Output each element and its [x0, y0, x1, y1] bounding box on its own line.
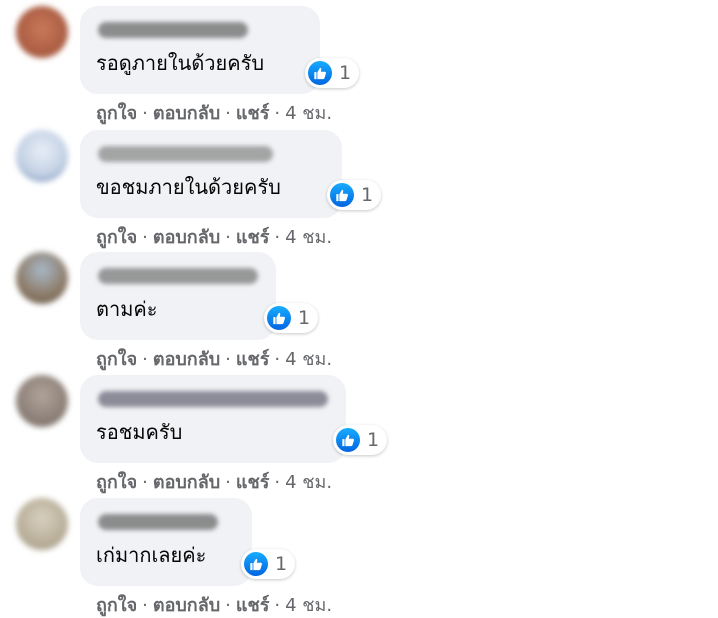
comment-actions: ถูกใจ · ตอบกลับ · แชร์ · 4 ชม.: [96, 594, 332, 618]
comment-bubble: เก่มากเลยค่ะ: [80, 498, 252, 586]
author-name-blurred[interactable]: [98, 268, 258, 284]
avatar[interactable]: [16, 6, 68, 58]
reply-action[interactable]: ตอบกลับ: [153, 349, 220, 370]
like-action[interactable]: ถูกใจ: [96, 103, 137, 124]
like-action[interactable]: ถูกใจ: [96, 227, 137, 248]
comment-time[interactable]: 4 ชม.: [285, 472, 332, 493]
reaction-badge[interactable]: 1: [333, 425, 388, 455]
comment-text: ขอชมภายในด้วยครับ: [96, 175, 281, 199]
like-count: 1: [367, 429, 380, 451]
separator: ·: [274, 595, 281, 616]
separator: ·: [142, 227, 148, 248]
separator: ·: [142, 472, 148, 493]
avatar[interactable]: [16, 252, 68, 304]
like-action[interactable]: ถูกใจ: [96, 595, 137, 616]
author-name-blurred[interactable]: [98, 514, 218, 530]
separator: ·: [225, 227, 231, 248]
avatar[interactable]: [16, 375, 68, 427]
separator: ·: [225, 472, 231, 493]
avatar[interactable]: [16, 498, 68, 550]
share-action[interactable]: แชร์: [236, 595, 270, 616]
like-icon: [330, 183, 354, 207]
separator: ·: [274, 103, 281, 124]
like-count: 1: [298, 307, 311, 329]
reply-action[interactable]: ตอบกลับ: [153, 227, 220, 248]
author-name-blurred[interactable]: [98, 22, 248, 38]
comment-text: เก่มากเลยค่ะ: [96, 543, 207, 567]
comment-actions: ถูกใจ · ตอบกลับ · แชร์ · 4 ชม.: [96, 348, 332, 372]
comment-time[interactable]: 4 ชม.: [285, 227, 332, 248]
author-name-blurred[interactable]: [98, 146, 273, 162]
comment-actions: ถูกใจ · ตอบกลับ · แชร์ · 4 ชม.: [96, 226, 332, 250]
comment-bubble: รอชมครับ: [80, 375, 346, 463]
separator: ·: [274, 227, 281, 248]
author-name-blurred[interactable]: [98, 391, 328, 407]
like-action[interactable]: ถูกใจ: [96, 472, 137, 493]
comment-text: ตามค่ะ: [96, 297, 158, 321]
comment-actions: ถูกใจ · ตอบกลับ · แชร์ · 4 ชม.: [96, 102, 332, 126]
share-action[interactable]: แชร์: [236, 472, 270, 493]
separator: ·: [274, 349, 281, 370]
like-count: 1: [361, 184, 374, 206]
like-count: 1: [339, 62, 352, 84]
comment-bubble: ตามค่ะ: [80, 252, 276, 340]
like-action[interactable]: ถูกใจ: [96, 349, 137, 370]
like-icon: [267, 306, 291, 330]
like-icon: [336, 428, 360, 452]
comment-time[interactable]: 4 ชม.: [285, 103, 332, 124]
comment-text: รอดูภายในด้วยครับ: [96, 51, 265, 75]
comment-time[interactable]: 4 ชม.: [285, 595, 332, 616]
comment-time[interactable]: 4 ชม.: [285, 349, 332, 370]
comment-bubble: ขอชมภายในด้วยครับ: [80, 130, 342, 218]
comment-bubble: รอดูภายในด้วยครับ: [80, 6, 320, 94]
like-count: 1: [275, 553, 288, 575]
reply-action[interactable]: ตอบกลับ: [153, 595, 220, 616]
share-action[interactable]: แชร์: [236, 103, 270, 124]
separator: ·: [274, 472, 281, 493]
separator: ·: [142, 595, 148, 616]
reaction-badge[interactable]: 1: [241, 549, 296, 579]
share-action[interactable]: แชร์: [236, 227, 270, 248]
reply-action[interactable]: ตอบกลับ: [153, 472, 220, 493]
reaction-badge[interactable]: 1: [305, 58, 360, 88]
separator: ·: [142, 103, 148, 124]
separator: ·: [225, 349, 231, 370]
separator: ·: [225, 103, 231, 124]
like-icon: [308, 61, 332, 85]
reaction-badge[interactable]: 1: [264, 303, 319, 333]
avatar[interactable]: [16, 130, 68, 182]
separator: ·: [225, 595, 231, 616]
reply-action[interactable]: ตอบกลับ: [153, 103, 220, 124]
like-icon: [244, 552, 268, 576]
comment-actions: ถูกใจ · ตอบกลับ · แชร์ · 4 ชม.: [96, 471, 332, 495]
share-action[interactable]: แชร์: [236, 349, 270, 370]
reaction-badge[interactable]: 1: [327, 180, 382, 210]
comment-text: รอชมครับ: [96, 420, 183, 444]
separator: ·: [142, 349, 148, 370]
